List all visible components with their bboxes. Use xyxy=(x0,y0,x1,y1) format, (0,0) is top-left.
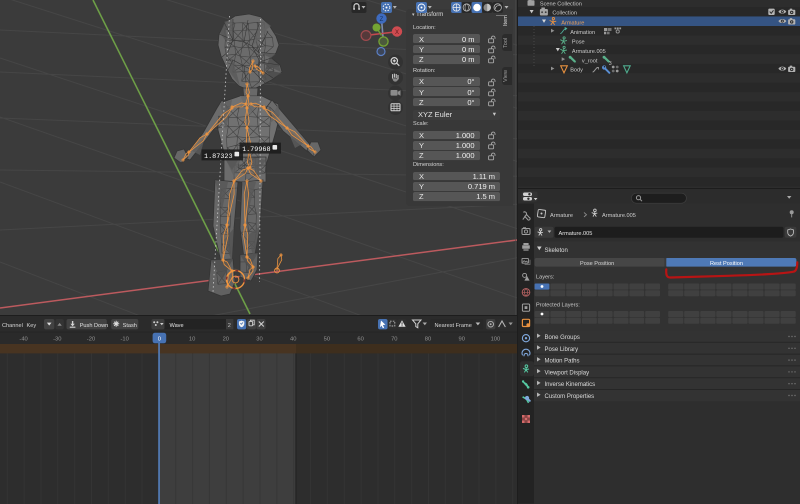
svg-text:Nearest Frame: Nearest Frame xyxy=(435,323,472,329)
svg-text:1.87323: 1.87323 xyxy=(204,153,233,161)
svg-text:Key: Key xyxy=(27,323,37,329)
svg-text:30: 30 xyxy=(256,336,262,342)
svg-text:Z: Z xyxy=(380,17,384,23)
svg-text:X: X xyxy=(395,30,399,36)
svg-text:3: 3 xyxy=(609,61,612,67)
svg-text:Protected Layers:: Protected Layers: xyxy=(536,303,580,309)
svg-text:Inverse Kinematics: Inverse Kinematics xyxy=(545,382,596,388)
svg-text:Skeleton: Skeleton xyxy=(545,248,568,254)
svg-text:Pose Library: Pose Library xyxy=(545,347,579,353)
svg-text:10: 10 xyxy=(189,336,195,342)
svg-text:20: 20 xyxy=(223,336,229,342)
svg-text:Pose Position: Pose Position xyxy=(580,261,614,267)
svg-text:0: 0 xyxy=(158,336,161,342)
svg-text:Wave: Wave xyxy=(170,323,184,329)
svg-text:Motion Paths: Motion Paths xyxy=(545,359,580,365)
svg-text:Armature: Armature xyxy=(561,21,584,27)
svg-text:Body: Body xyxy=(570,68,583,74)
svg-text:100: 100 xyxy=(491,336,501,342)
svg-text:Armature.005: Armature.005 xyxy=(602,213,636,219)
svg-text:-20: -20 xyxy=(87,336,95,342)
svg-text:Custom Properties: Custom Properties xyxy=(545,394,595,400)
svg-text:Animation: Animation xyxy=(570,30,595,36)
svg-text:Pose: Pose xyxy=(572,39,585,45)
svg-text:80: 80 xyxy=(425,336,431,342)
svg-text:1.79968: 1.79968 xyxy=(242,146,271,154)
svg-text:50: 50 xyxy=(324,336,330,342)
svg-text:Bone Groups: Bone Groups xyxy=(545,335,580,341)
svg-text:Collection: Collection xyxy=(552,11,577,17)
svg-text:Rest Position: Rest Position xyxy=(710,261,743,267)
svg-text:-40: -40 xyxy=(19,336,27,342)
svg-text:Push Down: Push Down xyxy=(80,323,109,329)
svg-text:90: 90 xyxy=(458,336,464,342)
svg-text:Stash: Stash xyxy=(123,323,137,329)
svg-text:Armature.005: Armature.005 xyxy=(572,49,606,55)
svg-text:v_root: v_root xyxy=(582,58,598,64)
svg-text:Viewport Display: Viewport Display xyxy=(545,370,590,376)
svg-text:-30: -30 xyxy=(53,336,61,342)
svg-text:40: 40 xyxy=(290,336,296,342)
svg-text:Armature.005: Armature.005 xyxy=(559,231,593,237)
svg-text:2: 2 xyxy=(228,323,231,329)
svg-text:Armature: Armature xyxy=(550,213,573,219)
svg-text:Layers:: Layers: xyxy=(536,275,555,281)
svg-text:Scene Collection: Scene Collection xyxy=(540,1,582,7)
svg-text:70: 70 xyxy=(391,336,397,342)
svg-text:-10: -10 xyxy=(121,336,129,342)
svg-text:Channel: Channel xyxy=(2,323,23,329)
svg-text:60: 60 xyxy=(357,336,363,342)
